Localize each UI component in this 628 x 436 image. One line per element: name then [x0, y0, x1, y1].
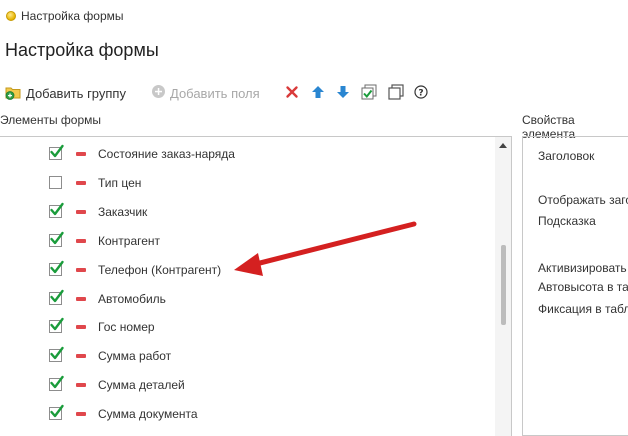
- check-all-icon: [361, 84, 377, 103]
- tree-row[interactable]: Сумма деталей: [0, 370, 495, 399]
- scroll-thumb[interactable]: [501, 245, 506, 325]
- checkmark-icon: [50, 260, 64, 273]
- checkmark-icon: [50, 289, 64, 302]
- add-group-icon: [5, 84, 22, 103]
- tree-row-label: Тип цен: [98, 175, 142, 190]
- checkmark-icon: [50, 347, 64, 360]
- checkmark-icon: [50, 202, 64, 215]
- visibility-checkbox[interactable]: [49, 318, 64, 334]
- remove-icon[interactable]: [76, 267, 86, 272]
- delete-button[interactable]: [285, 82, 299, 104]
- tree-row-label: Сумма работ: [98, 349, 172, 364]
- add-group-button[interactable]: Добавить группу: [5, 82, 126, 104]
- element-properties-panel: Заголовок Отображать заголовок Подсказка…: [522, 136, 628, 436]
- tree-row-label: Гос номер: [98, 320, 155, 335]
- tree-row[interactable]: Состояние заказ-наряда: [0, 139, 495, 168]
- tree-row-label: Заказчик: [98, 204, 148, 219]
- visibility-checkbox[interactable]: [49, 260, 64, 276]
- vertical-scrollbar[interactable]: [495, 137, 511, 436]
- add-fields-label: Добавить поля: [170, 85, 260, 101]
- property-label: Автовысота в таблице: [538, 280, 628, 294]
- tree-row[interactable]: Автомобиль: [0, 284, 495, 313]
- checkmark-icon: [50, 318, 64, 331]
- arrow-down-icon: [336, 85, 350, 102]
- tree-row-label: Состояние заказ-наряда: [98, 147, 235, 161]
- tree-row[interactable]: Сумма документа: [0, 399, 495, 428]
- remove-icon[interactable]: [76, 238, 86, 243]
- tree-row[interactable]: Тип цен: [0, 168, 495, 197]
- remove-icon[interactable]: [76, 354, 86, 359]
- property-label: Заголовок: [538, 149, 595, 163]
- scroll-up-icon[interactable]: [499, 143, 507, 148]
- tree-row-label: Сумма деталей: [98, 378, 185, 393]
- checkmark-icon: [50, 404, 64, 418]
- help-icon: ?: [414, 84, 428, 102]
- checkmark-icon: [50, 375, 64, 389]
- tree-row[interactable]: Контрагент: [0, 226, 495, 255]
- title-bar: Настройка формы: [0, 0, 628, 32]
- form-elements-label: Элементы формы: [0, 113, 102, 127]
- svg-text:?: ?: [418, 88, 423, 98]
- delete-x-icon: [285, 85, 299, 102]
- move-up-button[interactable]: [311, 82, 325, 104]
- remove-icon[interactable]: [76, 325, 86, 330]
- page-title: Настройка формы: [5, 40, 159, 60]
- remove-icon[interactable]: [76, 152, 86, 156]
- property-label: Фиксация в таблице: [538, 302, 628, 316]
- property-label: Подсказка: [538, 214, 596, 228]
- toolbar: Добавить группу Добавить поля ?: [0, 80, 628, 106]
- add-circle-icon: [151, 84, 166, 102]
- form-elements-tree: Состояние заказ-наряда Тип цен Заказчик Кон…: [0, 136, 512, 436]
- visibility-checkbox[interactable]: [49, 375, 64, 392]
- tree-row-label: Сумма документа: [98, 407, 198, 422]
- visibility-checkbox[interactable]: [49, 231, 64, 247]
- visibility-checkbox[interactable]: [49, 289, 64, 305]
- checkmark-icon: [50, 144, 64, 158]
- remove-icon[interactable]: [76, 180, 86, 185]
- tree-row-label: Контрагент: [98, 233, 161, 248]
- property-label: Активизировать по умолчанию: [538, 261, 628, 275]
- remove-icon[interactable]: [76, 209, 86, 214]
- property-label: Отображать заголовок: [538, 193, 628, 207]
- remove-icon[interactable]: [76, 412, 86, 417]
- window-title: Настройка формы: [21, 9, 124, 23]
- checkmark-icon: [50, 231, 64, 244]
- move-down-button[interactable]: [336, 82, 350, 104]
- visibility-checkbox[interactable]: [49, 144, 64, 160]
- tree-row-label: Телефон (Контрагент): [98, 262, 222, 277]
- add-fields-button[interactable]: Добавить поля: [151, 82, 260, 104]
- tree-row[interactable]: Телефон (Контрагент): [0, 255, 495, 284]
- tree-row[interactable]: Сумма работ: [0, 341, 495, 370]
- visibility-checkbox[interactable]: [49, 404, 64, 421]
- visibility-checkbox[interactable]: [49, 175, 62, 189]
- remove-icon[interactable]: [76, 296, 86, 301]
- visibility-checkbox[interactable]: [49, 202, 64, 218]
- app-icon: [6, 11, 16, 21]
- uncheck-all-icon: [388, 83, 404, 103]
- check-all-button[interactable]: [361, 82, 377, 104]
- tree-row-label: Автомобиль: [98, 291, 166, 306]
- tree-row[interactable]: Заказчик: [0, 197, 495, 226]
- add-group-label: Добавить группу: [26, 85, 126, 101]
- remove-icon[interactable]: [76, 383, 86, 388]
- arrow-up-icon: [311, 85, 325, 102]
- tree-row[interactable]: Гос номер: [0, 312, 495, 341]
- help-button[interactable]: ?: [414, 82, 428, 104]
- visibility-checkbox[interactable]: [49, 347, 64, 363]
- uncheck-all-button[interactable]: [388, 82, 404, 104]
